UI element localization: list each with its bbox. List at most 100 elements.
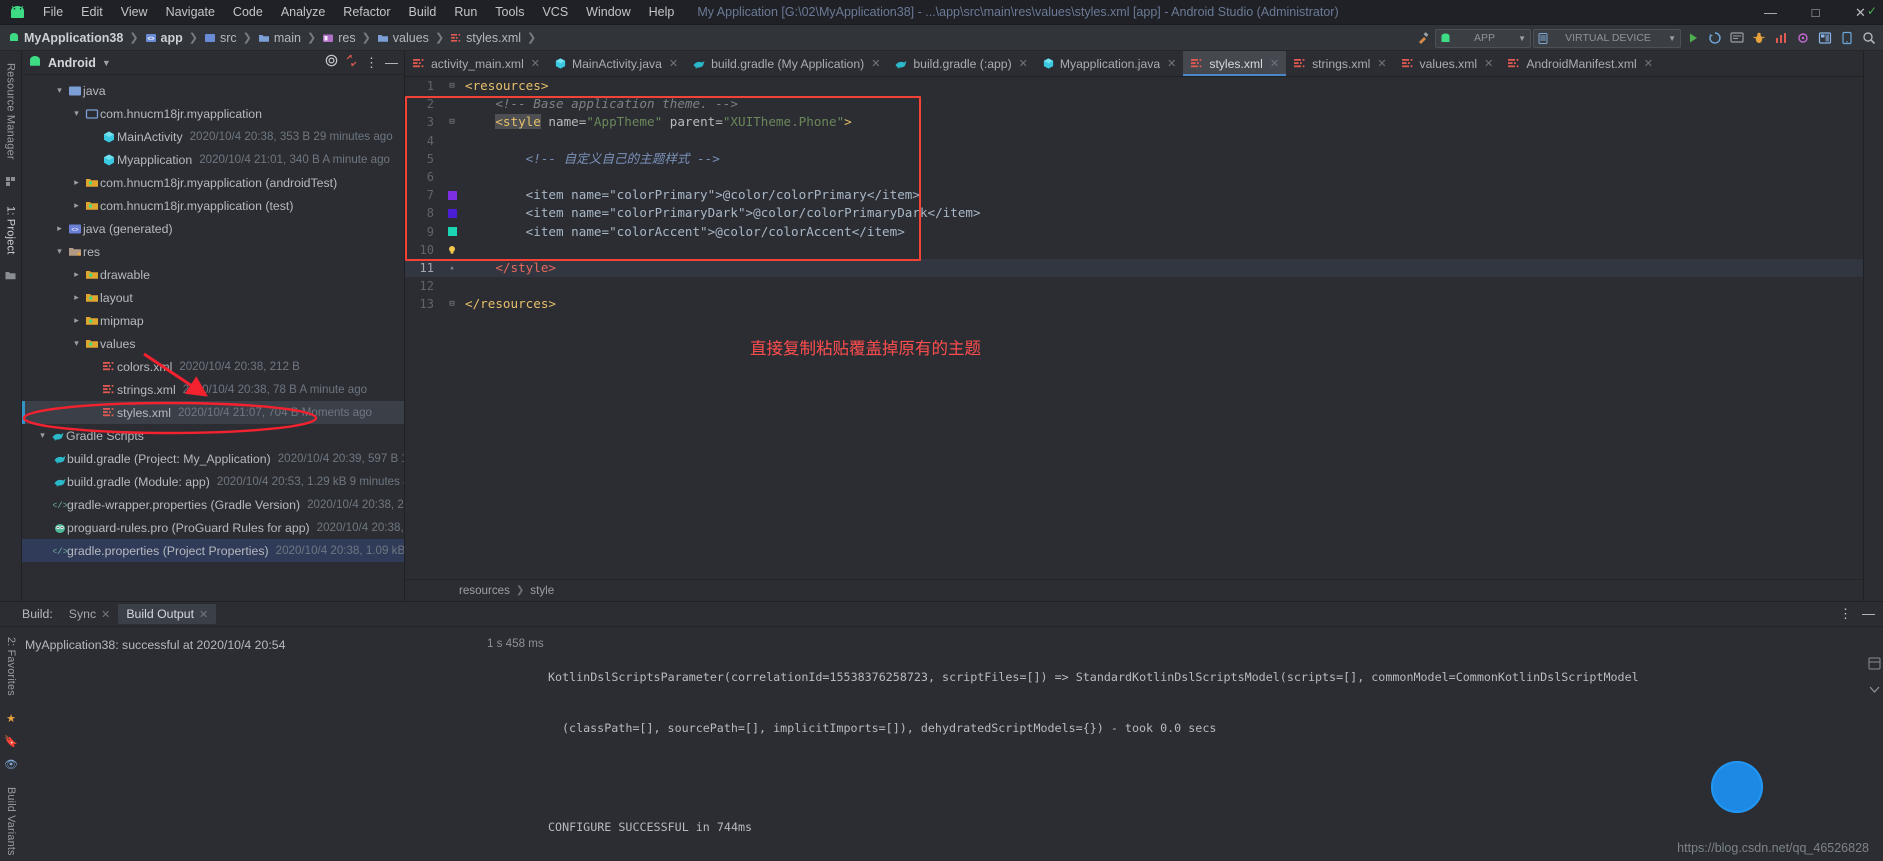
sidebar-item-build-variants[interactable]: Build Variants [3,781,19,861]
tab-activity-main-xml[interactable]: activity_main.xml ✕ [405,51,547,76]
tree-item-values[interactable]: ▾ values [22,332,404,355]
close-icon[interactable]: ✕ [1377,57,1386,70]
menu-code[interactable]: Code [224,2,272,22]
code-line[interactable]: 4 [405,132,1863,150]
menu-help[interactable]: Help [640,2,684,22]
close-icon[interactable]: ✕ [199,608,208,621]
menu-edit[interactable]: Edit [72,2,112,22]
tree-item-mainactivity[interactable]: MainActivity 2020/10/4 20:38, 353 B 29 mi… [22,125,404,148]
chevron-right-icon[interactable]: ▸ [70,200,83,211]
chevron-down-icon[interactable]: ▾ [53,246,66,257]
tree-item-gradlewrapper.properties[interactable]: </> gradle-wrapper.properties (Gradle Ver… [22,493,404,516]
layout-inspector-icon[interactable] [1815,28,1835,48]
tree-item-build.gradle[interactable]: build.gradle (Project: My_Application) 20… [22,447,404,470]
hammer-build-icon[interactable] [1413,28,1433,48]
breadcrumb-src[interactable]: src [204,31,237,45]
code-editor[interactable]: 1 ⊟ <resources> 2 <!-- Base application the… [405,77,1863,579]
tree-item-strings.xml[interactable]: strings.xml 2020/10/4 20:38, 78 B A minut… [22,378,404,401]
tree-item-colors.xml[interactable]: colors.xml 2020/10/4 20:38, 212 B [22,355,404,378]
breadcrumb-main[interactable]: main [258,31,301,45]
close-icon[interactable]: ✕ [1167,57,1176,70]
search-everywhere-icon[interactable] [1859,28,1879,48]
tab-mainactivity-java[interactable]: MainActivity.java ✕ [547,51,685,76]
code-fold-icon[interactable]: ⊟ [439,77,465,95]
sdk-manager-icon[interactable] [1793,28,1813,48]
chevron-right-icon[interactable]: ▸ [70,315,83,326]
code-line[interactable]: 5 <!-- 自定义自己的主题样式 --> [405,150,1863,168]
menu-analyze[interactable]: Analyze [272,2,334,22]
tree-item-layout[interactable]: ▸ layout [22,286,404,309]
tab-build-gradle---app-[interactable]: build.gradle (:app) ✕ [887,51,1034,76]
menu-vcs[interactable]: VCS [533,2,577,22]
tree-item-gradle[interactable]: ▾ Gradle Scripts [22,424,404,447]
close-icon[interactable]: ✕ [101,608,110,621]
menu-refactor[interactable]: Refactor [334,2,399,22]
toggle-view-icon[interactable] [1868,657,1881,675]
code-line[interactable]: 2 <!-- Base application theme. --> [405,95,1863,113]
expand-icon[interactable] [1868,683,1881,701]
avd-device-icon[interactable] [1837,28,1857,48]
code-content[interactable]: 1 ⊟ <resources> 2 <!-- Base application the… [405,77,1863,579]
run-configuration-selector[interactable]: APP ▼ [1435,28,1531,48]
menu-tools[interactable]: Tools [486,2,533,22]
tab-build-output[interactable]: Build Output ✕ [118,604,217,624]
chevron-right-icon[interactable]: ▸ [70,269,83,280]
tab-styles-xml[interactable]: styles.xml ✕ [1183,51,1287,76]
hide-panel-icon[interactable]: — [1862,607,1875,620]
editor-breadcrumb-style[interactable]: style [530,584,554,597]
tab-strings-xml[interactable]: strings.xml ✕ [1286,51,1393,76]
tree-item-com.hnucm18jr.myapplication[interactable]: ▸ com.hnucm18jr.myapplication (test) [22,194,404,217]
code-line[interactable]: 10 [405,241,1863,259]
tree-item-proguardrules.pro[interactable]: proguard-rules.pro (ProGuard Rules for a… [22,516,404,539]
chevron-right-icon[interactable]: ▸ [70,292,83,303]
close-icon[interactable]: ✕ [669,57,678,70]
sync-gradle-icon[interactable] [1705,28,1725,48]
chevron-down-icon[interactable]: ▼ [102,58,111,68]
close-icon[interactable]: ✕ [1270,57,1279,70]
device-selector[interactable]: VIRTUAL DEVICE ▼ [1533,28,1681,48]
chevron-down-icon[interactable]: ▾ [70,338,83,349]
menu-build[interactable]: Build [400,2,446,22]
code-fold-icon[interactable]: ⊟ [439,113,465,131]
tree-item-gradle.properties[interactable]: </> gradle.properties (Project Properties… [22,539,404,562]
code-line[interactable]: 3 ⊟ <style name="AppTheme" parent="XUIThe… [405,113,1863,131]
tree-item-drawable[interactable]: ▸ drawable [22,263,404,286]
code-line[interactable]: 8 <item name="colorPrimaryDark">@color/c… [405,204,1863,222]
breadcrumb-styles-xml[interactable]: styles.xml [450,31,521,45]
tree-item-java[interactable]: ▸ <> java (generated) [22,217,404,240]
maximize-button[interactable]: □ [1793,0,1838,25]
tree-item-com.hnucm18jr.myapplication[interactable]: ▸ com.hnucm18jr.myapplication (androidTes… [22,171,404,194]
menu-file[interactable]: File [34,2,72,22]
tree-item-com.hnucm18jr.myapplication[interactable]: ▾ com.hnucm18jr.myapplication [22,102,404,125]
close-icon[interactable]: ✕ [1484,57,1493,70]
menu-navigate[interactable]: Navigate [157,2,224,22]
chevron-down-icon[interactable]: ▾ [36,430,49,441]
tab-myapplication-java[interactable]: Myapplication.java ✕ [1035,51,1183,76]
tree-item-build.gradle[interactable]: build.gradle (Module: app) 2020/10/4 20:5… [22,470,404,493]
more-options-icon[interactable]: ⋮ [365,56,378,69]
project-file-tree[interactable]: ▾ java ▾ com.hnucm18jr.myapplication MainAct… [22,75,404,595]
code-fold-icon[interactable]: ⊟ [439,295,465,313]
menu-run[interactable]: Run [445,2,486,22]
profiler-icon[interactable] [1771,28,1791,48]
breadcrumb-app[interactable]: <> app [145,31,183,45]
avd-manager-icon[interactable] [1727,28,1747,48]
hide-panel-icon[interactable]: — [385,56,398,69]
tab-sync[interactable]: Sync ✕ [61,604,119,624]
code-line[interactable]: 12 [405,277,1863,295]
tab-values-xml[interactable]: values.xml ✕ [1394,51,1501,76]
tab-build-gradle--my-application-[interactable]: build.gradle (My Application) ✕ [685,51,887,76]
intention-bulb-icon[interactable] [439,244,465,256]
tree-item-myapplication[interactable]: Myapplication 2020/10/4 21:01, 340 B A mi… [22,148,404,171]
sidebar-item-resource-manager[interactable]: Resource Manager [3,57,19,166]
editor-tab-bar[interactable]: activity_main.xml ✕ MainActivity.java ✕ buil… [405,51,1863,77]
breadcrumb-project[interactable]: MyApplication38 [8,31,123,45]
run-icon[interactable] [1683,28,1703,48]
code-line[interactable]: 11 ▴ </style> [405,258,1863,278]
build-result-row[interactable]: MyApplication38: successful at 2020/10/4… [6,635,470,655]
tree-item-mipmap[interactable]: ▸ mipmap [22,309,404,332]
more-options-icon[interactable]: ⋮ [1839,607,1852,620]
close-icon[interactable]: ✕ [531,57,540,70]
code-fold-icon[interactable]: ▴ [439,259,465,277]
editor-breadcrumb-resources[interactable]: resources [459,584,510,597]
